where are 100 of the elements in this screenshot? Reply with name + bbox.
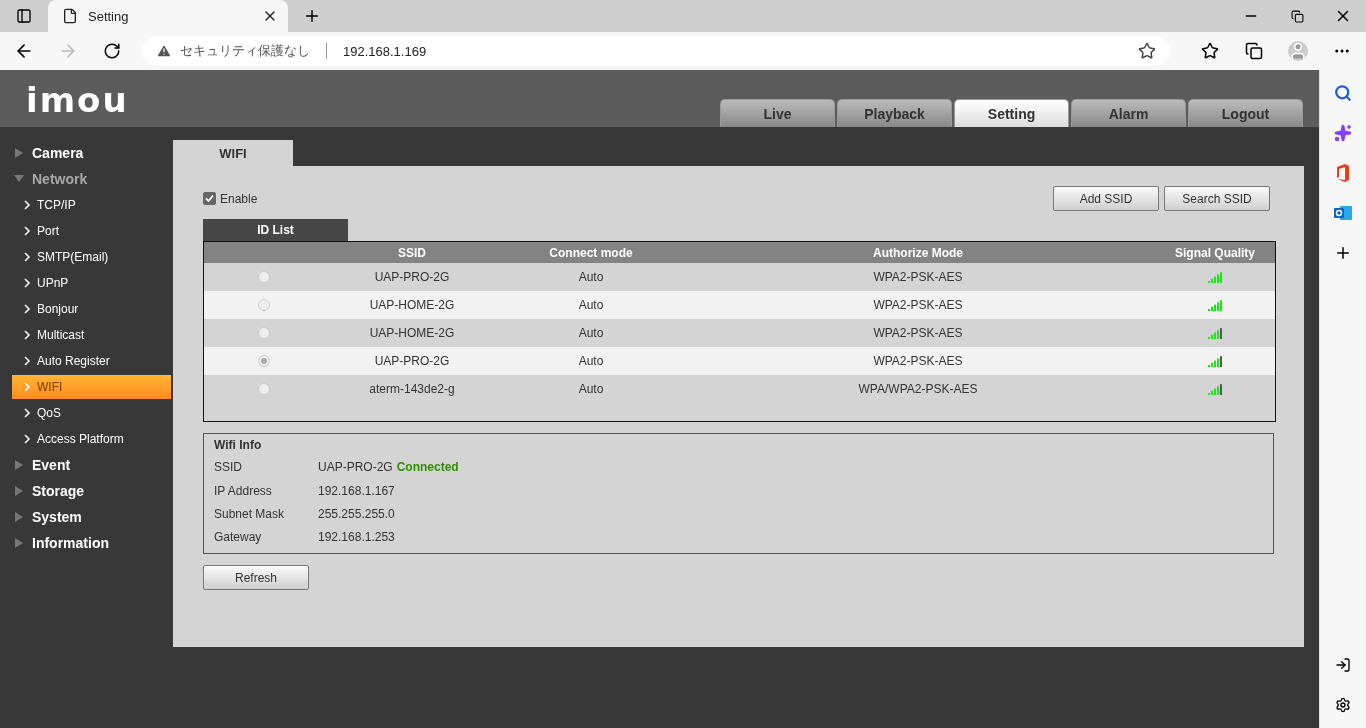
- reload-icon[interactable]: [103, 42, 121, 60]
- field-value: 255.255.255.0: [318, 506, 395, 521]
- table-cell-text: WPA/WPA2-PSK-AES: [857, 381, 979, 398]
- field-label: Gateway: [214, 530, 263, 545]
- status-text: Connected: [396, 460, 459, 475]
- url-text: 192.168.1.169: [343, 43, 427, 59]
- warning-icon: [156, 43, 172, 59]
- settings-icon[interactable]: [1335, 697, 1351, 713]
- logo: imou: [26, 80, 129, 120]
- radio-button[interactable]: [257, 327, 270, 339]
- nav-tab[interactable]: Playback: [837, 99, 953, 127]
- caret-right-icon: [14, 538, 24, 548]
- browser-tab[interactable]: Setting: [48, 0, 288, 32]
- menu-item[interactable]: Bonjour: [12, 297, 171, 321]
- menu-section[interactable]: System: [0, 504, 171, 530]
- menu-item[interactable]: UPnP: [12, 271, 171, 295]
- menu-section[interactable]: Information: [0, 530, 171, 556]
- table-cell-text: Auto: [577, 269, 605, 286]
- ssid-button[interactable]: Search SSID: [1164, 186, 1270, 211]
- page-icon: [62, 8, 78, 24]
- column-header: SSID: [397, 244, 427, 262]
- column-header: Connect mode: [548, 244, 634, 262]
- menu-item[interactable]: Access Platform: [12, 427, 171, 451]
- favorite-add-icon[interactable]: [1138, 42, 1156, 60]
- favorites-icon[interactable]: [1201, 42, 1219, 60]
- add-icon[interactable]: [1334, 244, 1352, 262]
- page-tab[interactable]: WIFI: [173, 140, 293, 166]
- office-icon[interactable]: [1335, 164, 1351, 182]
- tab-actions-icon[interactable]: [16, 8, 32, 24]
- tab-title: Setting: [88, 8, 130, 24]
- field-value: 192.168.1.167: [318, 483, 395, 498]
- menu-item[interactable]: QoS: [12, 401, 171, 425]
- chevron-right-icon: [24, 408, 31, 418]
- nav-tab[interactable]: Setting: [954, 99, 1070, 127]
- section-title: Wifi Info: [214, 438, 263, 454]
- chevron-right-icon: [24, 356, 31, 366]
- list-tab[interactable]: ID List: [203, 219, 348, 241]
- menu-item[interactable]: WIFI: [12, 375, 171, 399]
- table-cell-text: Auto: [577, 325, 605, 342]
- table-cell-text: WPA2-PSK-AES: [872, 325, 964, 342]
- caret-down-icon: [14, 174, 24, 184]
- search-icon[interactable]: [1334, 84, 1352, 102]
- nav-tab[interactable]: Logout: [1188, 99, 1304, 127]
- table-cell-text: UAP-HOME-2G: [368, 325, 456, 342]
- chevron-right-icon: [24, 200, 31, 210]
- chevron-right-icon: [24, 252, 31, 262]
- table-cell-text: UAP-HOME-2G: [368, 297, 456, 314]
- field-label: Subnet Mask: [214, 506, 286, 521]
- address-bar[interactable]: セキュリティ保護なし 192.168.1.169: [142, 36, 1170, 66]
- menu-section[interactable]: Event: [0, 452, 171, 478]
- radio-button[interactable]: [257, 355, 270, 367]
- radio-button[interactable]: [257, 271, 270, 283]
- menu-section[interactable]: Network: [0, 166, 171, 192]
- menu-item[interactable]: Port: [12, 219, 171, 243]
- column-header: Signal Quality: [1174, 244, 1256, 262]
- restore-icon[interactable]: [1290, 9, 1304, 23]
- table-cell-text: Auto: [577, 381, 605, 398]
- table-cell-text: Auto: [577, 353, 605, 370]
- table-cell-text: Auto: [577, 297, 605, 314]
- new-tab-icon[interactable]: [303, 7, 321, 25]
- table-cell-text: WPA2-PSK-AES: [872, 269, 964, 286]
- check-icon: [205, 194, 214, 203]
- profile-icon[interactable]: [1288, 41, 1308, 61]
- field-label: IP Address: [214, 483, 273, 498]
- menu-section[interactable]: Camera: [0, 140, 171, 166]
- caret-right-icon: [14, 512, 24, 522]
- table-cell-text: UAP-PRO-2G: [373, 353, 451, 370]
- table-cell-text: aterm-143de2-g: [368, 381, 456, 398]
- caret-right-icon: [14, 148, 24, 158]
- menu-item[interactable]: Multicast: [12, 323, 171, 347]
- chevron-right-icon: [24, 226, 31, 236]
- column-header: Authorize Mode: [872, 244, 964, 262]
- field-value: 192.168.1.253: [318, 530, 395, 545]
- table-cell-text: UAP-PRO-2G: [373, 269, 451, 286]
- menu-item[interactable]: Auto Register: [12, 349, 171, 373]
- caret-right-icon: [14, 460, 24, 470]
- enable-checkbox[interactable]: Enable: [203, 191, 258, 206]
- chevron-right-icon: [24, 330, 31, 340]
- table-row[interactable]: UAP-PRO-2G Auto WPA2-PSK-AES: [204, 347, 1275, 375]
- refresh-button[interactable]: Refresh: [203, 565, 309, 590]
- sparkle-icon[interactable]: [1334, 124, 1352, 142]
- mail-app-icon[interactable]: [1334, 205, 1352, 221]
- collections-icon[interactable]: [1245, 42, 1263, 60]
- field-value: UAP-PRO-2G: [318, 460, 393, 475]
- menu-item[interactable]: SMTP(Email): [12, 245, 171, 269]
- menu-section[interactable]: Storage: [0, 478, 171, 504]
- caret-right-icon: [14, 486, 24, 496]
- chevron-right-icon: [24, 278, 31, 288]
- radio-button[interactable]: [257, 299, 270, 311]
- nav-tab[interactable]: Alarm: [1071, 99, 1187, 127]
- chevron-right-icon: [24, 382, 31, 392]
- security-label: セキュリティ保護なし: [180, 42, 310, 60]
- chevron-right-icon: [24, 304, 31, 314]
- nav-tab[interactable]: Live: [720, 99, 836, 127]
- table-row[interactable]: UAP-HOME-2G Auto WPA2-PSK-AES: [204, 291, 1275, 319]
- menu-item[interactable]: TCP/IP: [12, 193, 171, 217]
- table-cell-text: WPA2-PSK-AES: [872, 297, 964, 314]
- panel-icon[interactable]: [1335, 657, 1351, 673]
- radio-button[interactable]: [257, 383, 270, 395]
- ssid-button[interactable]: Add SSID: [1053, 186, 1159, 211]
